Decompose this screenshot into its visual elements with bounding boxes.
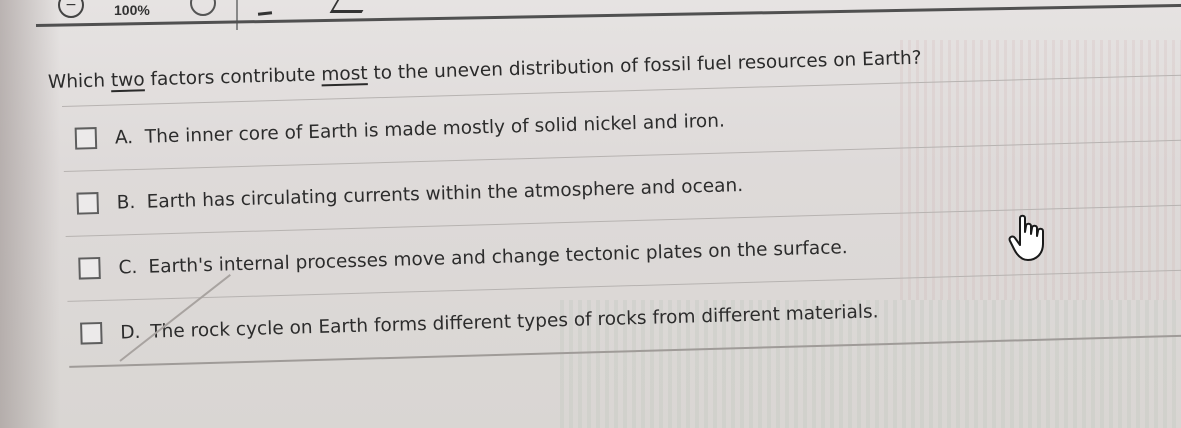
toolbar-tool-icon[interactable] bbox=[329, 0, 371, 13]
checkbox[interactable] bbox=[76, 192, 100, 215]
zoom-out-icon[interactable]: − bbox=[58, 0, 84, 18]
option-label[interactable]: B. Earth has circulating currents within … bbox=[116, 175, 743, 213]
edge-shadow bbox=[0, 0, 60, 428]
checkbox[interactable] bbox=[74, 127, 98, 150]
emphasis-most: most bbox=[321, 63, 368, 86]
zoom-level: 100% bbox=[114, 2, 150, 18]
option-label[interactable]: A. The inner core of Earth is made mostly… bbox=[115, 110, 725, 148]
screen: − 100% Which two factors contribute most… bbox=[0, 0, 1181, 428]
checkbox[interactable] bbox=[80, 321, 103, 345]
option-label[interactable]: D. The rock cycle on Earth forms differen… bbox=[120, 301, 879, 343]
option-label[interactable]: C. Earth's internal processes move and ch… bbox=[118, 237, 848, 278]
toolbar-tool-icon[interactable] bbox=[257, 11, 273, 16]
zoom-in-icon[interactable] bbox=[190, 0, 216, 16]
hand-pointer-icon bbox=[1008, 214, 1044, 261]
emphasis-two: two bbox=[110, 69, 145, 92]
checkbox[interactable] bbox=[78, 256, 101, 280]
toolbar-divider bbox=[236, 0, 238, 30]
